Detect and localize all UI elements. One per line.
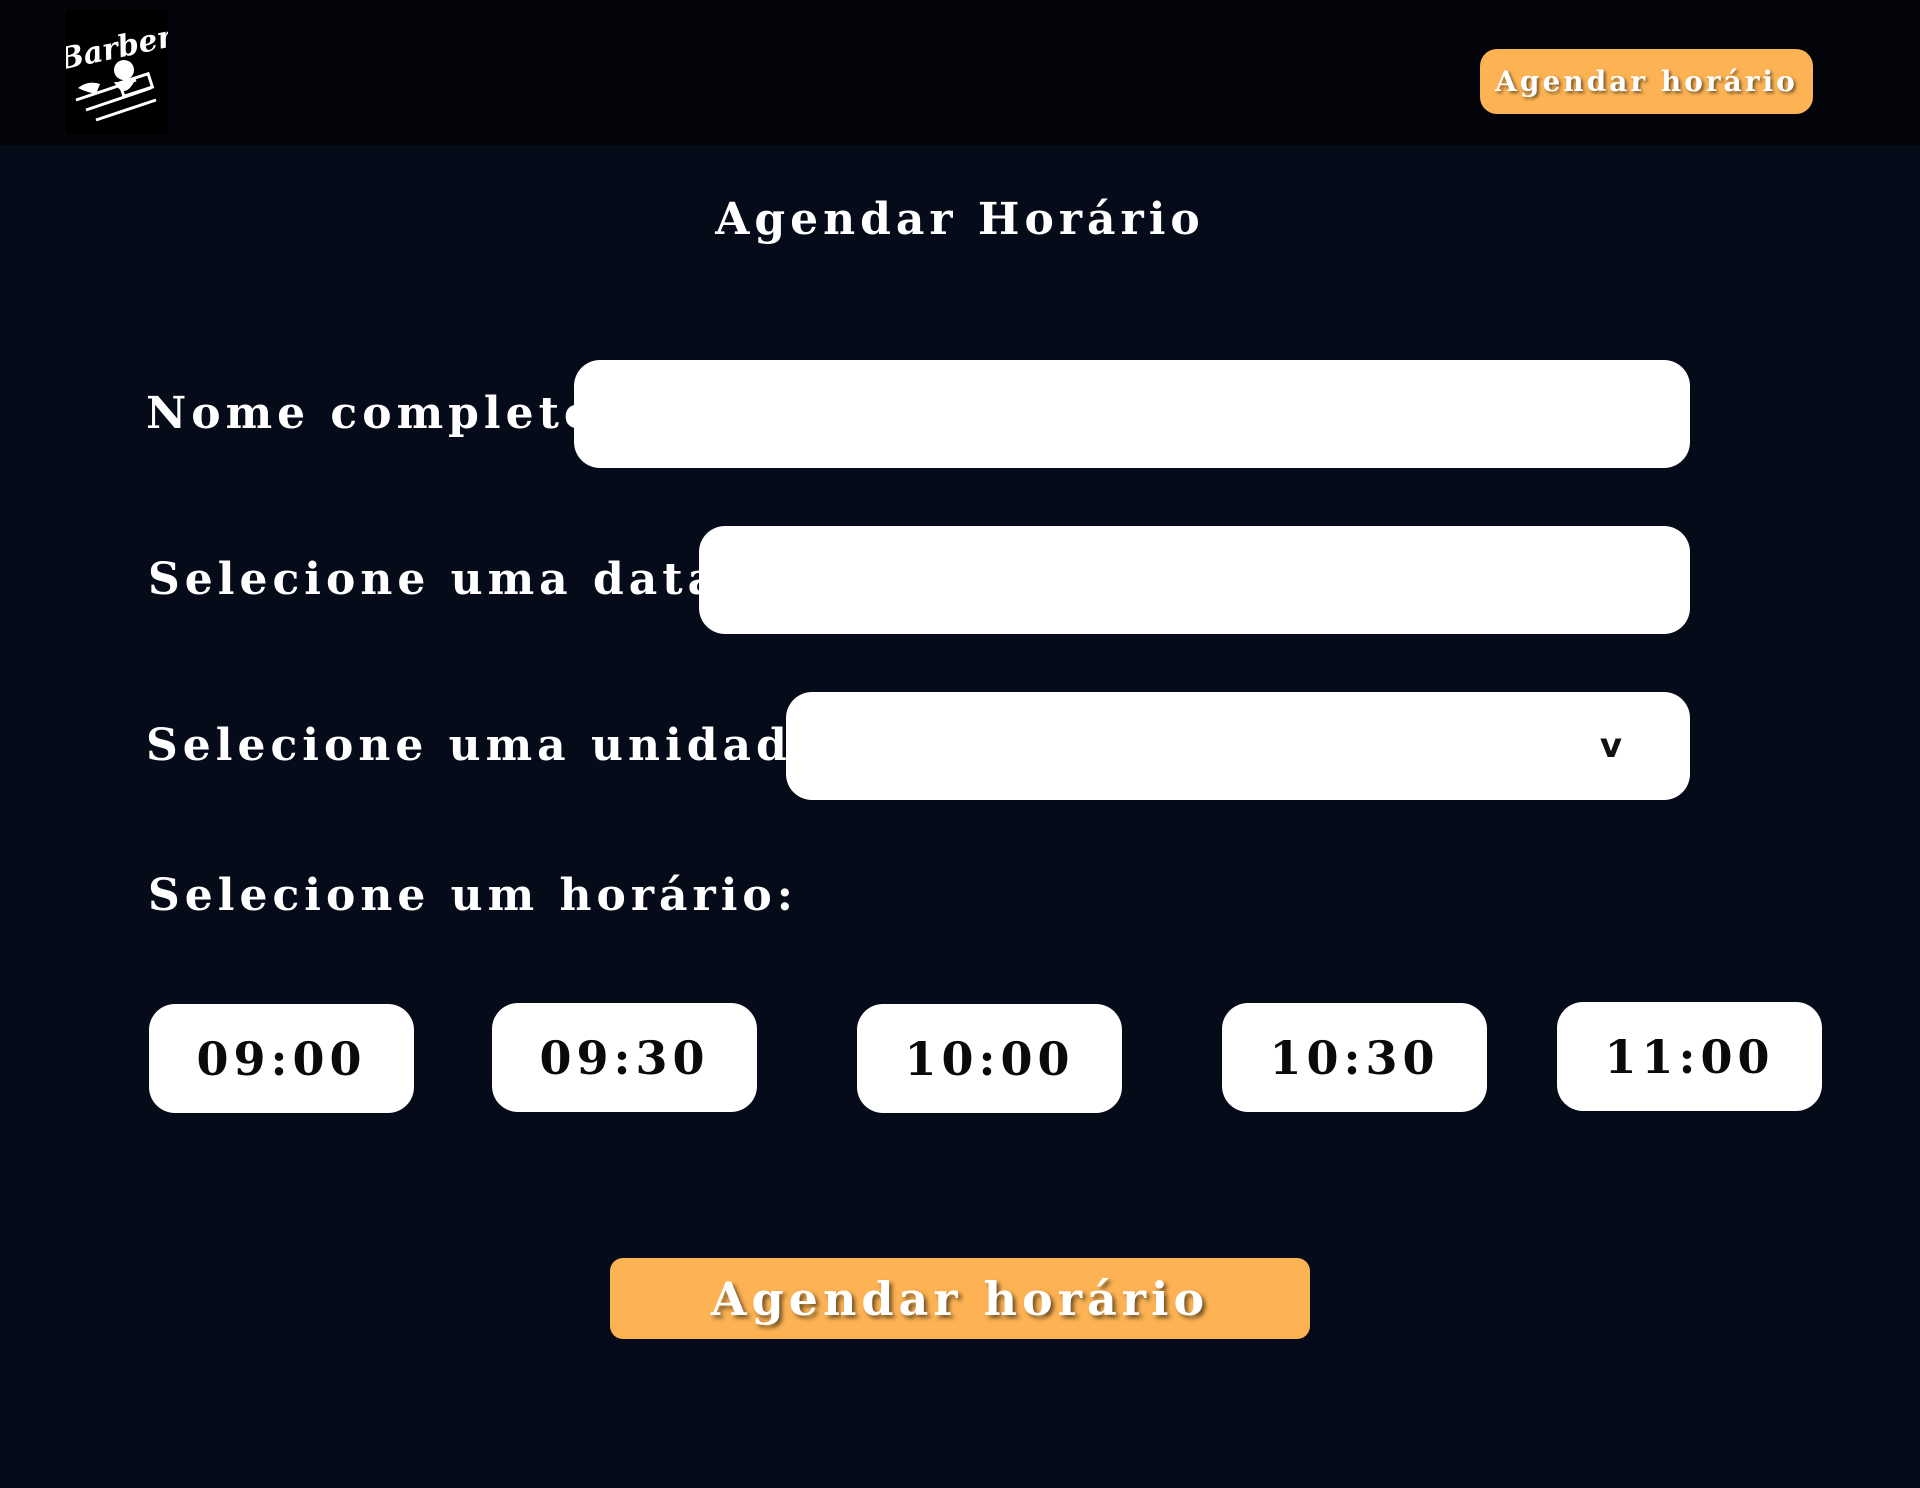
top-header: Barber Agendar horário — [0, 0, 1920, 145]
unit-label: Selecione uma unidade: — [146, 720, 846, 771]
time-slot-0930[interactable]: 09:30 — [492, 1003, 757, 1112]
time-slot-1000[interactable]: 10:00 — [857, 1004, 1122, 1113]
time-slot-1100[interactable]: 11:00 — [1557, 1002, 1822, 1111]
header-schedule-button[interactable]: Agendar horário — [1480, 49, 1813, 114]
chevron-down-icon: v — [1599, 726, 1622, 766]
time-label: Selecione um horário: — [148, 870, 799, 921]
unit-select[interactable]: v — [786, 692, 1690, 800]
time-slot-0900[interactable]: 09:00 — [149, 1004, 414, 1113]
page-title: Agendar Horário — [715, 194, 1205, 245]
name-label: Nome completo: — [146, 388, 620, 439]
barber-logo-icon: Barber — [54, 10, 178, 134]
schedule-submit-button[interactable]: Agendar horário — [610, 1258, 1310, 1339]
date-label: Selecione uma data: — [148, 554, 743, 605]
name-input[interactable] — [574, 360, 1690, 468]
barber-logo[interactable]: Barber — [54, 10, 178, 134]
date-input[interactable] — [699, 526, 1690, 634]
time-slot-1030[interactable]: 10:30 — [1222, 1003, 1487, 1112]
